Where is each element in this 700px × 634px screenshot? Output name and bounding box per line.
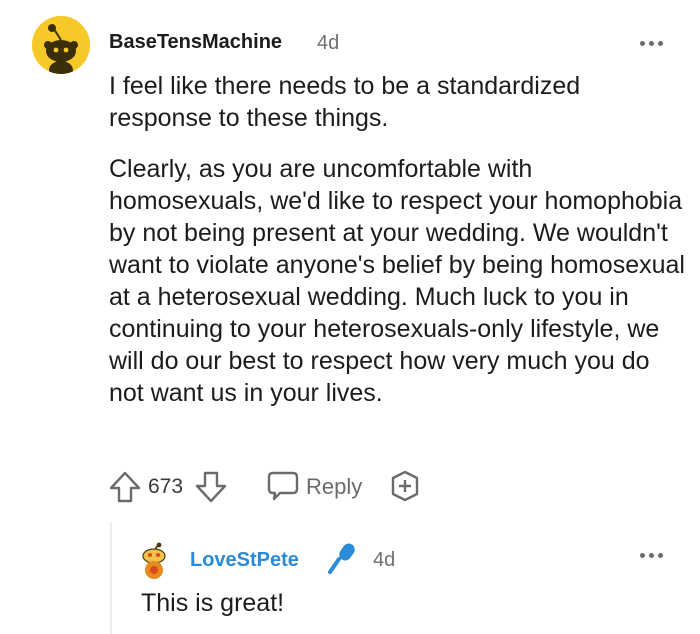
reply-bubble-icon — [267, 471, 299, 501]
dot-icon — [648, 552, 654, 558]
reply-more-options-button[interactable] — [634, 548, 668, 562]
award-button[interactable] — [388, 469, 422, 503]
dot-icon — [639, 552, 645, 558]
dot-icon — [639, 40, 645, 46]
reply-time: 4d — [373, 549, 396, 571]
more-options-button[interactable] — [634, 36, 668, 50]
vote-score: 673 — [148, 475, 184, 498]
microphone-icon — [325, 541, 359, 577]
comment-author[interactable]: BaseTensMachine — [109, 31, 282, 54]
comment-actions: 673 Reply — [104, 468, 524, 506]
dot-icon — [648, 40, 654, 46]
thread-line[interactable] — [110, 522, 112, 634]
user-avatar[interactable] — [32, 16, 90, 74]
reply-button[interactable]: Reply — [266, 468, 376, 504]
comment-body: I feel like there needs to be a standard… — [109, 70, 689, 428]
comment-paragraph: Clearly, as you are uncomfortable with h… — [109, 155, 685, 407]
downvote-button[interactable] — [194, 470, 228, 504]
downvote-arrow-icon — [195, 471, 227, 503]
reply-author[interactable]: LoveStPete — [190, 549, 299, 572]
reply-label: Reply — [306, 474, 363, 499]
snoo-avatar-icon — [32, 16, 90, 74]
comment-time: 4d — [317, 32, 340, 54]
upvote-button[interactable] — [108, 470, 142, 504]
comment: BaseTensMachine 4d I feel like there nee… — [0, 0, 700, 634]
upvote-arrow-icon — [109, 471, 141, 503]
dot-icon — [657, 40, 663, 46]
comment-paragraph: I feel like there needs to be a standard… — [109, 72, 581, 132]
award-plus-icon — [391, 470, 419, 502]
dot-icon — [657, 552, 663, 558]
snoo-avatar-icon — [142, 542, 166, 579]
reply-avatar[interactable] — [139, 542, 169, 580]
reply-body: This is great! — [141, 589, 285, 617]
